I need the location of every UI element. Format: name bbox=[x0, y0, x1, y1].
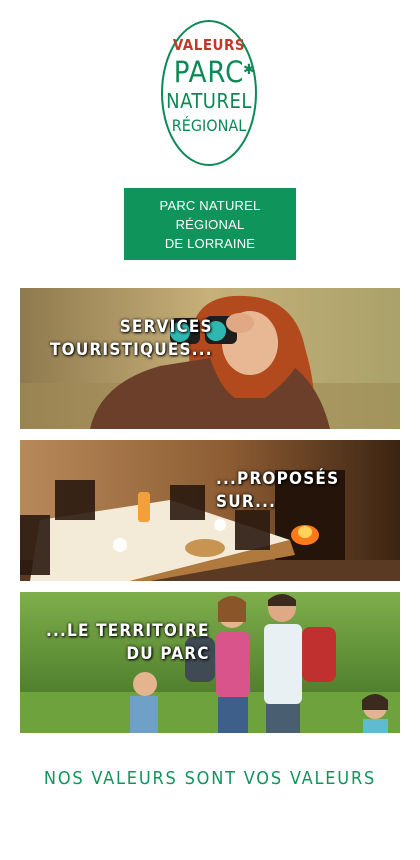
caption-proposes-line-1: ...PROPOSÉS SUR... bbox=[216, 469, 340, 512]
caption-services-line-1: SERVICES bbox=[119, 317, 213, 337]
caption-territoire-line-1: ...LE TERRITOIRE bbox=[46, 621, 210, 641]
park-logo: VALEURS PARC ✱ NATUREL RÉGIONAL bbox=[159, 18, 259, 168]
photo-panel-family-hiking: ...LE TERRITOIRE DU PARC bbox=[20, 592, 400, 733]
park-title-box: PARC NATUREL RÉGIONAL DE LORRAINE bbox=[124, 188, 296, 260]
photo-panel-dining-room: ...PROPOSÉS SUR... bbox=[20, 440, 400, 581]
caption-proposes: ...PROPOSÉS SUR... bbox=[216, 468, 400, 514]
photo-panel-tourist-services: SERVICES TOURISTIQUES... bbox=[20, 288, 400, 429]
caption-territoire: ...LE TERRITOIRE DU PARC bbox=[46, 620, 210, 666]
asterisk-icon: ✱ bbox=[243, 61, 255, 77]
logo-word-valeurs: VALEURS bbox=[172, 36, 246, 54]
caption-territoire-line-2: DU PARC bbox=[126, 644, 210, 664]
caption-services: SERVICES TOURISTIQUES... bbox=[50, 316, 213, 362]
slogan: NOS VALEURS SONT VOS VALEURS bbox=[43, 768, 377, 789]
park-title-line-2: DE LORRAINE bbox=[164, 235, 256, 251]
logo-word-regional: RÉGIONAL bbox=[171, 116, 247, 135]
park-title-line-1: PARC NATUREL RÉGIONAL bbox=[159, 197, 261, 232]
caption-services-line-2: TOURISTIQUES... bbox=[50, 340, 213, 360]
logo-word-naturel: NATUREL bbox=[166, 89, 252, 113]
